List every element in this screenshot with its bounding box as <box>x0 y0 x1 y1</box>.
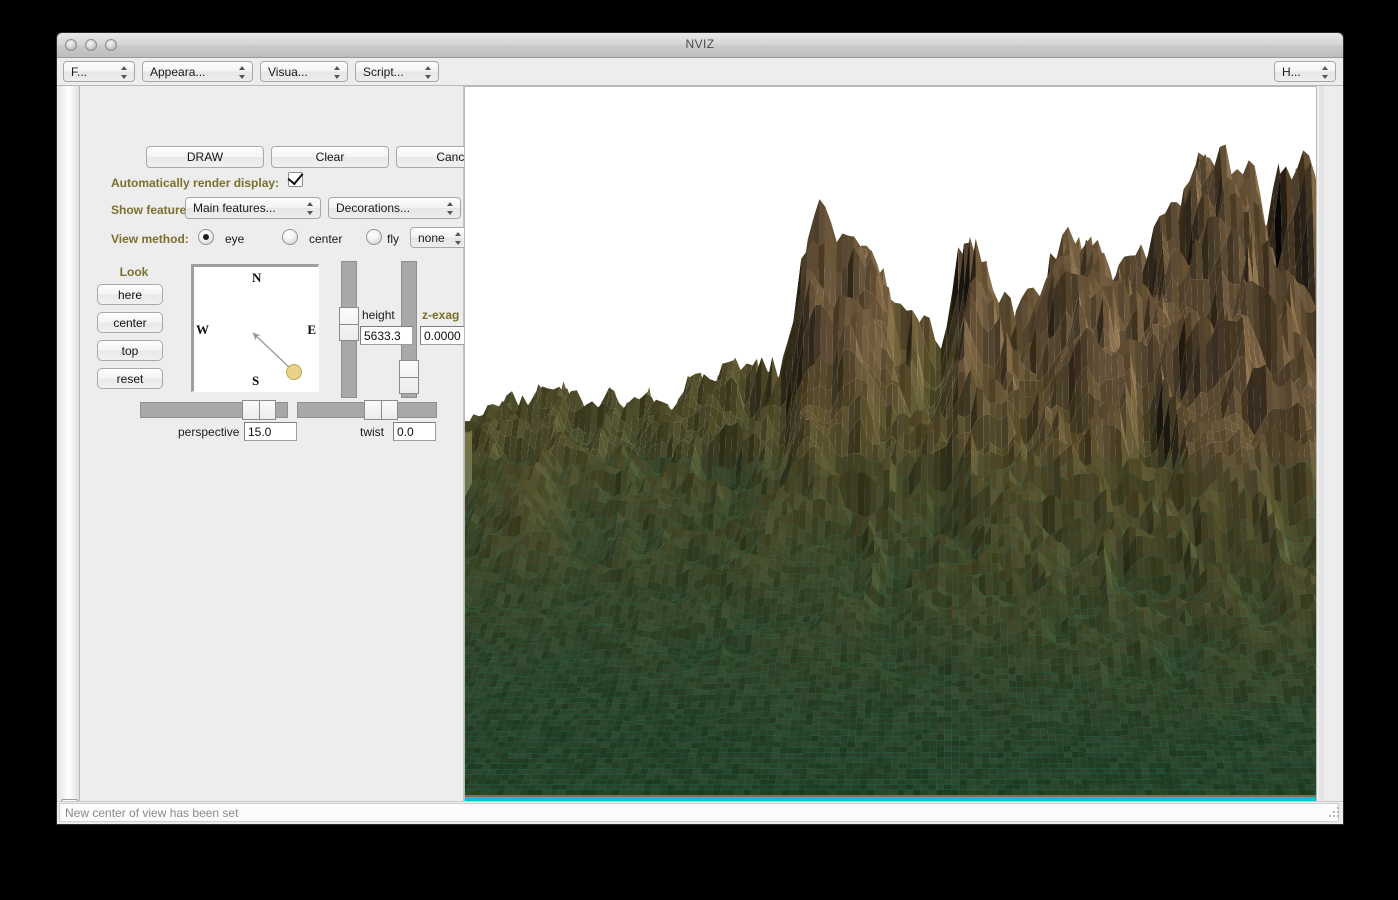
look-here-button[interactable]: here <box>97 284 163 305</box>
appearance-menu[interactable]: Appeara... <box>142 61 253 82</box>
control-panel: DRAW Clear Cancel Automatically render d… <box>80 86 514 824</box>
clear-button[interactable]: Clear <box>271 146 389 168</box>
view-method-label-eye: eye <box>225 232 245 246</box>
main-features-select[interactable]: Main features... <box>185 197 321 219</box>
terrain-surface <box>465 144 1316 806</box>
height-slider[interactable] <box>339 261 359 398</box>
help-menu[interactable]: H... <box>1274 61 1336 82</box>
terrain-3d-canvas[interactable] <box>464 86 1317 807</box>
look-center-button[interactable]: center <box>97 312 163 333</box>
view-method-radio-fly[interactable] <box>366 229 382 245</box>
nviz-window: NVIZ F... Appeara... Visua... Script... … <box>56 32 1344 825</box>
view-method-radio-eye[interactable] <box>198 229 214 245</box>
scripting-menu[interactable]: Script... <box>355 61 439 82</box>
chevron-updown-icon <box>307 201 314 216</box>
twist-slider-knob[interactable] <box>364 400 398 420</box>
twist-slider[interactable] <box>297 400 437 420</box>
perspective-slider-knob[interactable] <box>242 400 276 420</box>
view-method-label: View method: <box>111 232 189 246</box>
scripting-menu-label: Script... <box>363 64 404 79</box>
zexag-slider-knob[interactable] <box>399 360 419 394</box>
twist-input[interactable]: 0.0 <box>393 422 436 441</box>
menu-bar: F... Appeara... Visua... Script... H... <box>57 58 1343 86</box>
compass-arrow-icon <box>252 332 302 380</box>
height-label: height <box>362 308 395 322</box>
zexag-label: z-exag <box>422 308 460 322</box>
render-viewport <box>464 86 1324 824</box>
resize-grip-icon[interactable] <box>1326 804 1342 820</box>
main-features-value: Main features... <box>193 201 276 215</box>
draw-button[interactable]: DRAW <box>146 146 264 168</box>
window-title: NVIZ <box>685 37 715 51</box>
viewport-vertical-scrollbar[interactable] <box>1319 86 1324 807</box>
chevron-updown-icon <box>334 65 341 80</box>
chevron-updown-icon <box>239 65 246 80</box>
perspective-input[interactable]: 15.0 <box>244 422 297 441</box>
appearance-menu-label: Appeara... <box>150 64 206 79</box>
status-bar: New center of view has been set <box>57 801 1343 824</box>
height-slider-knob[interactable] <box>339 307 359 341</box>
look-top-button[interactable]: top <box>97 340 163 361</box>
window-body: DRAW Clear Cancel Automatically render d… <box>57 86 1343 824</box>
title-bar: NVIZ <box>57 33 1343 58</box>
autorender-checkbox[interactable] <box>287 168 304 187</box>
panel-sash[interactable] <box>57 86 80 824</box>
view-method-label-fly: fly <box>387 232 399 246</box>
fly-mode-select[interactable]: none <box>410 227 469 248</box>
decorations-value: Decorations... <box>336 201 411 215</box>
autorender-label: Automatically render display: <box>111 176 280 190</box>
file-menu[interactable]: F... <box>63 61 135 82</box>
chevron-updown-icon <box>1322 65 1329 80</box>
twist-label: twist <box>360 425 384 439</box>
chevron-updown-icon <box>455 231 462 246</box>
perspective-label: perspective <box>178 425 240 439</box>
chevron-updown-icon <box>425 65 432 80</box>
visualize-menu-label: Visua... <box>268 64 308 79</box>
status-message: New center of view has been set <box>59 803 1339 822</box>
look-section-title: Look <box>119 265 149 279</box>
chevron-updown-icon <box>121 65 128 80</box>
view-method-radio-center[interactable] <box>282 229 298 245</box>
view-method-label-center: center <box>309 232 343 246</box>
check-icon <box>287 168 304 186</box>
view-direction-compass[interactable]: N S W E <box>191 264 319 392</box>
height-input[interactable]: 5633.3 <box>360 326 413 345</box>
file-menu-label: F... <box>71 64 88 79</box>
visualize-menu[interactable]: Visua... <box>260 61 348 82</box>
decorations-select[interactable]: Decorations... <box>328 197 461 219</box>
perspective-slider[interactable] <box>140 400 288 420</box>
help-menu-label: H... <box>1282 64 1301 79</box>
fly-mode-value: none <box>418 230 445 245</box>
look-reset-button[interactable]: reset <box>97 368 163 389</box>
chevron-updown-icon <box>447 201 454 216</box>
